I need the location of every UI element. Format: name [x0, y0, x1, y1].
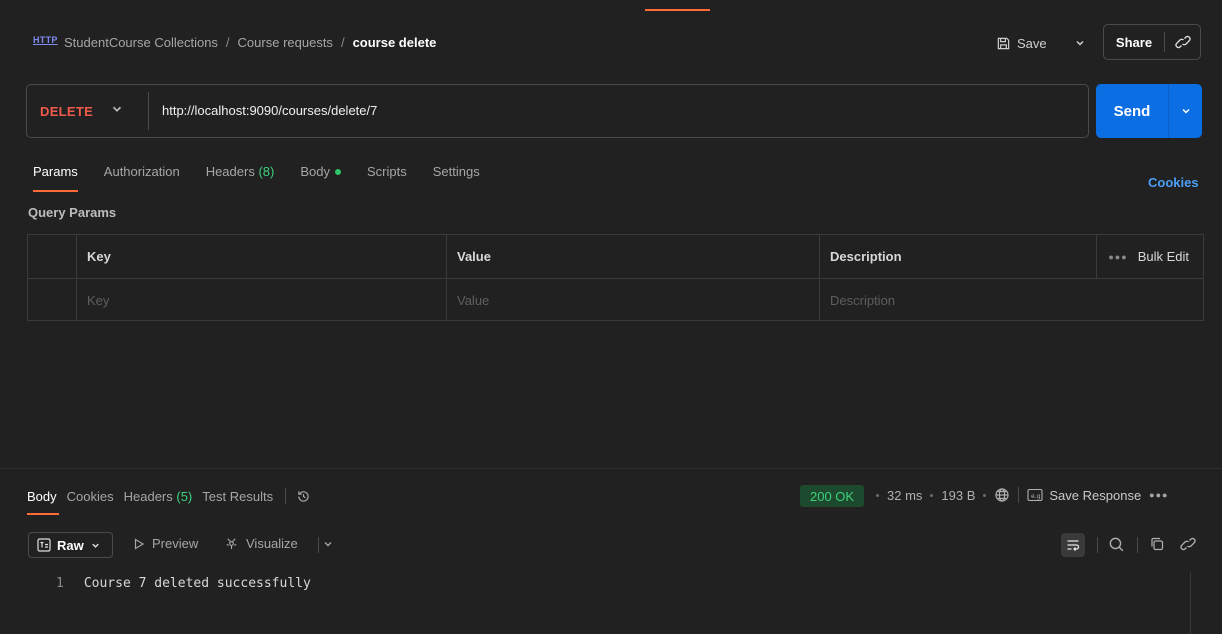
copy-icon[interactable]: [1149, 536, 1165, 552]
chevron-down-icon: [1074, 37, 1086, 49]
preview-button[interactable]: Preview: [133, 536, 198, 551]
body-indicator-dot: [334, 168, 341, 175]
headers-count: (8): [258, 164, 275, 179]
send-options-dropdown[interactable]: [1169, 105, 1202, 117]
tab-response-cookies[interactable]: Cookies: [67, 489, 114, 504]
save-label: Save: [1017, 35, 1047, 51]
breadcrumb-collection[interactable]: StudentCourse Collections: [64, 35, 218, 50]
column-header-value: Value: [457, 249, 491, 264]
bulk-edit-label: Bulk Edit: [1137, 249, 1189, 264]
play-icon: [133, 537, 145, 550]
breadcrumb-folder[interactable]: Course requests: [238, 35, 333, 50]
tab-headers-label: Headers: [205, 164, 255, 179]
visualize-label: Visualize: [246, 536, 298, 551]
query-params-table: Key Value Description ●●● Bulk Edit Key …: [27, 234, 1204, 321]
wrap-lines-button[interactable]: [1061, 533, 1085, 557]
chevron-down-icon: [90, 540, 101, 551]
send-group: Send: [1096, 84, 1202, 138]
link-icon: [1174, 34, 1191, 50]
table-header-row: Key Value Description ●●● Bulk Edit: [28, 235, 1203, 278]
http-request-icon: HTTP: [33, 35, 58, 45]
cookies-link[interactable]: Cookies: [1148, 175, 1199, 190]
history-icon[interactable]: [296, 489, 311, 504]
column-header-description: Description: [830, 249, 902, 264]
pane-divider[interactable]: [0, 468, 1222, 469]
chevron-down-icon[interactable]: [110, 102, 124, 116]
tab-params[interactable]: Params: [33, 164, 78, 192]
globe-icon[interactable]: [994, 487, 1010, 503]
column-header-key: Key: [87, 249, 111, 264]
request-tabs: Params Authorization Headers (8) Body Sc…: [33, 164, 506, 192]
response-headers-count: (5): [176, 488, 193, 504]
preview-label: Preview: [152, 536, 199, 551]
separator-dot: [930, 493, 934, 497]
request-name[interactable]: course delete: [353, 35, 437, 50]
response-meta: 32 ms 193 B e.g Save Response ●●●: [876, 487, 1168, 503]
chevron-down-icon: [1180, 105, 1192, 117]
breadcrumb: StudentCourse Collections / Course reque…: [64, 35, 436, 50]
divider: [1137, 537, 1138, 553]
example-icon: e.g: [1027, 488, 1043, 502]
url-input[interactable]: http://localhost:9090/courses/delete/7: [162, 103, 377, 118]
visualize-button[interactable]: Visualize: [224, 536, 298, 551]
save-response-button[interactable]: e.g Save Response: [1027, 488, 1141, 503]
scrollbar[interactable]: [1190, 572, 1191, 634]
tab-response-headers-label: Headers: [123, 488, 173, 504]
divider: [1018, 487, 1020, 503]
value-input[interactable]: Value: [446, 279, 489, 322]
key-input[interactable]: Key: [76, 279, 109, 322]
save-response-label: Save Response: [1049, 487, 1142, 503]
active-tab-indicator: [645, 9, 710, 11]
visualize-icon: [224, 536, 239, 551]
copy-link-button[interactable]: [1165, 34, 1200, 50]
breadcrumb-separator: /: [340, 35, 345, 50]
more-icon: ●●●: [1108, 251, 1128, 262]
tab-authorization[interactable]: Authorization: [104, 164, 180, 186]
breadcrumb-separator: /: [225, 35, 230, 50]
more-icon[interactable]: ●●●: [1149, 490, 1168, 500]
divider: [148, 92, 149, 130]
save-button[interactable]: Save: [996, 29, 1047, 57]
share-group: Share: [1103, 24, 1201, 60]
status-badge[interactable]: 200 OK: [800, 485, 865, 507]
query-params-title: Query Params: [28, 205, 117, 220]
text-format-icon: [37, 538, 51, 552]
description-input[interactable]: Description: [819, 279, 895, 322]
share-button[interactable]: Share: [1104, 35, 1164, 50]
bulk-edit-button[interactable]: ●●● Bulk Edit: [1108, 235, 1189, 278]
response-body-line[interactable]: 1 Course 7 deleted successfully: [56, 576, 311, 591]
svg-text:e.g: e.g: [1031, 493, 1041, 500]
tab-test-results[interactable]: Test Results: [202, 489, 273, 504]
raw-label: Raw: [57, 537, 84, 553]
link-icon[interactable]: [1180, 536, 1196, 552]
tab-response-headers[interactable]: Headers (5): [124, 489, 193, 504]
save-icon: [996, 36, 1011, 51]
tab-scripts[interactable]: Scripts: [367, 164, 407, 186]
response-size[interactable]: 193 B: [941, 488, 975, 503]
response-tabs: Body Cookies Headers (5) Test Results: [27, 488, 311, 515]
line-number: 1: [56, 576, 64, 591]
tab-body-label: Body: [300, 164, 330, 179]
tab-body[interactable]: Body: [300, 164, 341, 186]
save-options-dropdown[interactable]: [1066, 29, 1094, 57]
line-text: Course 7 deleted successfully: [83, 576, 311, 591]
tab-response-body[interactable]: Body: [27, 489, 59, 515]
raw-view-selector[interactable]: Raw: [28, 532, 113, 558]
chevron-down-icon[interactable]: [322, 538, 334, 550]
tab-headers[interactable]: Headers (8): [206, 164, 275, 186]
tab-settings[interactable]: Settings: [433, 164, 480, 186]
response-time[interactable]: 32 ms: [887, 488, 922, 503]
wrap-lines-icon: [1066, 538, 1080, 552]
divider: [285, 488, 287, 504]
separator-dot: [983, 493, 987, 497]
divider: [318, 537, 319, 553]
divider: [1097, 537, 1098, 553]
send-button[interactable]: Send: [1096, 103, 1168, 120]
table-row: Key Value Description: [28, 278, 1203, 321]
search-icon[interactable]: [1108, 536, 1125, 553]
method-selector[interactable]: DELETE: [40, 104, 93, 119]
separator-dot: [876, 493, 879, 497]
